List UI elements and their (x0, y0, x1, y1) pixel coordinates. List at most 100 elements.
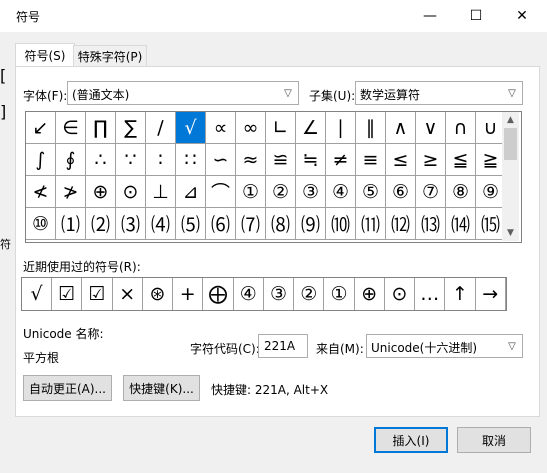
symbol-cell[interactable]: ≤ (386, 144, 416, 176)
symbol-cell[interactable]: ∈ (56, 112, 86, 144)
recent-symbol-cell[interactable]: ② (294, 278, 325, 310)
symbol-cell[interactable]: ∷ (176, 144, 206, 176)
charcode-input[interactable]: 221A (258, 334, 308, 358)
symbol-cell[interactable]: ∑ (116, 112, 146, 144)
symbol-cell[interactable]: ∣ (326, 112, 356, 144)
symbol-cell[interactable]: ④ (326, 176, 356, 208)
symbol-cell[interactable]: ∥ (356, 112, 386, 144)
symbol-cell[interactable]: ⌒ (206, 176, 236, 208)
symbol-cell[interactable]: ≮ (26, 176, 56, 208)
symbol-cell[interactable]: ⑩ (26, 208, 56, 240)
symbol-cell[interactable]: ① (236, 176, 266, 208)
symbol-cell[interactable]: ⊥ (146, 176, 176, 208)
recent-symbol-cell[interactable]: ③ (264, 278, 294, 310)
symbol-grid[interactable]: ↙ ∈ ∏ ∑ ∕ √ ∝ ∞ ∟ ∠ ∣ ∥ ∧ ∨ ∩ ∪ ∫ ∮ ∴ ∵ ∶ ∷ ∽ ≈ ≌ ≒ ≠ ≡ ≤ ≥ ≦ ≧ ≮ ≯ ⊕ ⊙ ⊥ ⊿ ⌒ ①… (25, 111, 522, 243)
symbol-cell[interactable]: ⑴ (56, 208, 86, 240)
symbol-cell[interactable]: ⑥ (386, 176, 416, 208)
symbol-cell[interactable]: ∝ (206, 112, 236, 144)
symbol-cell[interactable]: ≠ (326, 144, 356, 176)
insert-button[interactable]: 插入(I) (374, 427, 448, 453)
symbol-cell[interactable]: ≈ (236, 144, 266, 176)
symbol-cell[interactable]: ⑦ (416, 176, 446, 208)
symbol-cell[interactable]: ≒ (296, 144, 326, 176)
symbol-cell[interactable]: ∮ (56, 144, 86, 176)
symbol-cell[interactable]: ∫ (26, 144, 56, 176)
unicode-name-label: Unicode 名称: (23, 327, 104, 341)
symbol-cell[interactable]: ⑽ (326, 208, 356, 240)
tab-special-characters[interactable]: 特殊字符(P) (73, 45, 147, 67)
recent-symbol-cell[interactable]: √ (22, 278, 52, 310)
symbol-cell[interactable]: ⊕ (86, 176, 116, 208)
symbol-cell[interactable]: ⊿ (176, 176, 206, 208)
from-select-value: Unicode(十六进制) (371, 341, 478, 355)
symbol-cell[interactable]: ∩ (446, 112, 476, 144)
symbol-cell[interactable]: ⑹ (206, 208, 236, 240)
symbol-cell[interactable]: ⑾ (356, 208, 386, 240)
recent-symbol-cell[interactable]: + (173, 278, 204, 310)
symbol-cell[interactable]: ⑻ (266, 208, 296, 240)
symbol-cell[interactable]: ② (266, 176, 296, 208)
insert-button-label: 插入(I) (392, 433, 430, 448)
symbol-cell[interactable]: ≥ (416, 144, 446, 176)
shortcut-key-button[interactable]: 快捷键(K)... (123, 375, 200, 401)
symbol-cell[interactable]: ⑿ (386, 208, 416, 240)
grid-scrollbar[interactable]: ▲ ▼ (502, 112, 519, 241)
symbol-cell[interactable]: ∠ (296, 112, 326, 144)
symbol-cell[interactable]: √ (176, 112, 206, 144)
symbol-cell[interactable]: ≦ (446, 144, 476, 176)
symbol-cell[interactable]: ⑵ (86, 208, 116, 240)
scroll-thumb[interactable] (504, 128, 517, 160)
symbol-cell[interactable]: ⑧ (446, 176, 476, 208)
symbol-cell[interactable]: ⑺ (236, 208, 266, 240)
recent-symbol-cell[interactable]: ④ (234, 278, 264, 310)
scroll-down-icon[interactable]: ▼ (502, 225, 519, 241)
symbol-cell[interactable]: ⑼ (296, 208, 326, 240)
recent-symbol-cell[interactable]: ⊛ (143, 278, 173, 310)
symbol-cell[interactable]: ↙ (26, 112, 56, 144)
recent-symbols[interactable]: √ ☑ ☑ × ⊛ + ⨁ ④ ③ ② ① ⊕ ⊙… ↑ → (21, 277, 507, 311)
minimize-button[interactable]: — (407, 0, 453, 32)
autocorrect-button[interactable]: 自动更正(A)... (23, 375, 112, 401)
recent-symbol-cell[interactable]: ⊙ (385, 278, 415, 310)
symbol-cell[interactable]: ∨ (416, 112, 446, 144)
recent-symbol-cell[interactable]: × (113, 278, 143, 310)
shortcut-key-button-label: 快捷键(K)... (129, 381, 194, 396)
font-label: 字体(F): (23, 89, 68, 103)
cancel-button[interactable]: 取消 (457, 427, 531, 453)
symbol-cell[interactable]: ⒁ (446, 208, 476, 240)
symbol-cell[interactable]: ∴ (86, 144, 116, 176)
symbol-cell[interactable]: ≡ (356, 144, 386, 176)
symbol-cell[interactable]: ⒀ (416, 208, 446, 240)
recent-symbol-cell[interactable]: ⨁ (204, 278, 234, 310)
font-select[interactable]: (普通文本) ▽ (67, 81, 299, 105)
symbol-cell[interactable]: ∞ (236, 112, 266, 144)
scroll-up-icon[interactable]: ▲ (502, 112, 519, 128)
symbol-cell[interactable]: ∵ (116, 144, 146, 176)
tab-symbols[interactable]: 符号(S) (15, 43, 75, 67)
symbol-cell[interactable]: ⊙ (116, 176, 146, 208)
recent-symbol-cell[interactable]: ↑ (446, 278, 476, 310)
symbol-cell[interactable]: ≯ (56, 176, 86, 208)
recent-symbol-cell[interactable]: … (415, 278, 446, 310)
symbol-cell[interactable]: ⑸ (176, 208, 206, 240)
symbol-cell[interactable]: ∶ (146, 144, 176, 176)
symbol-cell[interactable]: ⑷ (146, 208, 176, 240)
from-select[interactable]: Unicode(十六进制) ▽ (366, 334, 523, 358)
symbol-cell[interactable]: ≌ (266, 144, 296, 176)
recent-symbol-cell[interactable]: ⊕ (355, 278, 385, 310)
recent-symbol-cell[interactable]: → (476, 278, 506, 310)
subset-select[interactable]: 数学运算符 ▽ (355, 81, 523, 105)
recent-symbol-cell[interactable]: ☑ (83, 278, 113, 310)
symbol-cell[interactable]: ∧ (386, 112, 416, 144)
symbol-cell[interactable]: ⑤ (356, 176, 386, 208)
close-button[interactable]: ✕ (499, 0, 545, 32)
symbol-cell[interactable]: ∟ (266, 112, 296, 144)
recent-symbol-cell[interactable]: ① (325, 278, 355, 310)
symbol-cell[interactable]: ⑶ (116, 208, 146, 240)
recent-symbol-cell[interactable]: ☑ (52, 278, 83, 310)
symbol-cell[interactable]: ③ (296, 176, 326, 208)
maximize-button[interactable]: ☐ (453, 0, 499, 32)
symbol-cell[interactable]: ∏ (86, 112, 116, 144)
symbol-cell[interactable]: ∕ (146, 112, 176, 144)
symbol-cell[interactable]: ∽ (206, 144, 236, 176)
